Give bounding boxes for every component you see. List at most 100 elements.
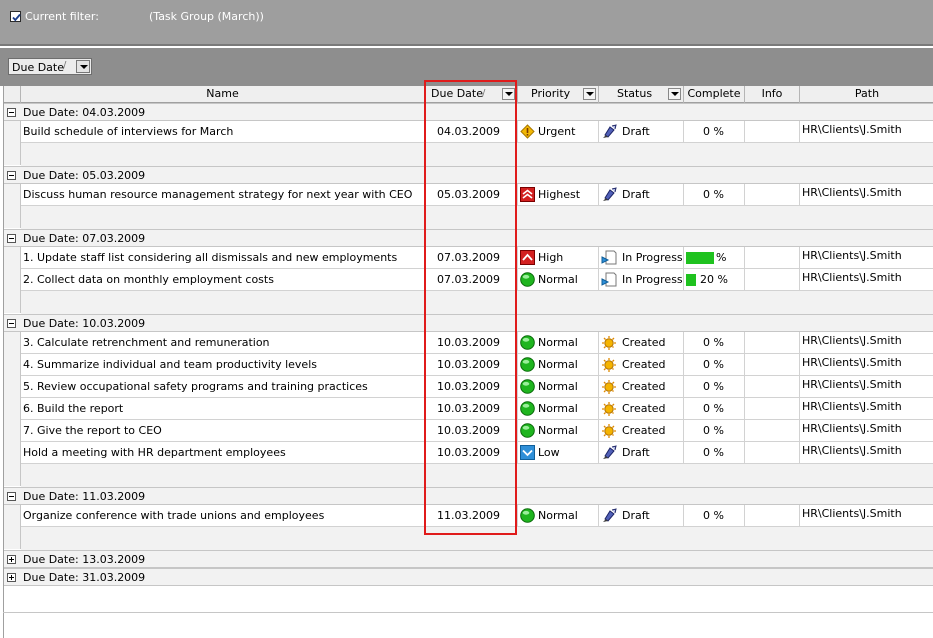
complete-cell[interactable]: % bbox=[684, 247, 745, 268]
task-name-cell[interactable]: 6. Build the report bbox=[21, 398, 425, 419]
group-row[interactable]: Due Date: 10.03.2009 bbox=[4, 314, 933, 332]
status-cell[interactable]: Created bbox=[599, 332, 684, 353]
task-name-cell[interactable]: 2. Collect data on monthly employment co… bbox=[21, 269, 425, 290]
table-row[interactable]: 4. Summarize individual and team product… bbox=[21, 354, 933, 376]
status-cell[interactable]: Draft bbox=[599, 184, 684, 205]
chevron-down-icon[interactable] bbox=[502, 88, 515, 100]
expand-icon[interactable] bbox=[7, 555, 16, 564]
task-name-cell[interactable]: Discuss human resource management strate… bbox=[21, 184, 425, 205]
group-row[interactable]: Due Date: 31.03.2009 bbox=[4, 568, 933, 586]
path-cell[interactable]: HR\Clients\J.Smith bbox=[800, 121, 933, 142]
path-cell[interactable]: HR\Clients\J.Smith bbox=[800, 269, 933, 290]
chevron-down-icon[interactable] bbox=[583, 88, 596, 100]
status-cell[interactable]: Created bbox=[599, 376, 684, 397]
complete-cell[interactable]: 0 % bbox=[684, 121, 745, 142]
complete-cell[interactable]: 0 % bbox=[684, 376, 745, 397]
priority-cell[interactable]: High bbox=[518, 247, 599, 268]
complete-cell[interactable]: 0 % bbox=[684, 442, 745, 463]
status-cell[interactable]: Created bbox=[599, 398, 684, 419]
priority-cell[interactable]: Urgent bbox=[518, 121, 599, 142]
priority-cell[interactable]: Normal bbox=[518, 505, 599, 526]
collapse-icon[interactable] bbox=[7, 171, 16, 180]
path-cell[interactable]: HR\Clients\J.Smith bbox=[800, 442, 933, 463]
collapse-icon[interactable] bbox=[7, 319, 16, 328]
column-header-path[interactable]: Path bbox=[800, 86, 933, 103]
collapse-icon[interactable] bbox=[7, 108, 16, 117]
chevron-down-icon[interactable] bbox=[76, 60, 90, 73]
status-cell[interactable]: In Progress bbox=[599, 269, 684, 290]
table-row[interactable]: 2. Collect data on monthly employment co… bbox=[21, 269, 933, 291]
info-cell[interactable] bbox=[745, 442, 800, 463]
due-date-cell[interactable]: 10.03.2009 bbox=[425, 332, 518, 353]
priority-cell[interactable]: Normal bbox=[518, 398, 599, 419]
chevron-down-icon[interactable] bbox=[668, 88, 681, 100]
info-cell[interactable] bbox=[745, 505, 800, 526]
group-row[interactable]: Due Date: 13.03.2009 bbox=[4, 550, 933, 568]
complete-cell[interactable]: 0 % bbox=[684, 505, 745, 526]
table-row[interactable]: 3. Calculate retrenchment and remunerati… bbox=[21, 332, 933, 354]
task-name-cell[interactable]: 7. Give the report to CEO bbox=[21, 420, 425, 441]
table-row[interactable]: 5. Review occupational safety programs a… bbox=[21, 376, 933, 398]
due-date-cell[interactable]: 10.03.2009 bbox=[425, 376, 518, 397]
table-row[interactable]: Organize conference with trade unions an… bbox=[21, 505, 933, 527]
column-header-status[interactable]: Status bbox=[599, 86, 684, 103]
status-cell[interactable]: Draft bbox=[599, 442, 684, 463]
info-cell[interactable] bbox=[745, 398, 800, 419]
column-header-complete[interactable]: Complete bbox=[684, 86, 745, 103]
task-name-cell[interactable]: 1. Update staff list considering all dis… bbox=[21, 247, 425, 268]
table-row[interactable]: Discuss human resource management strate… bbox=[21, 184, 933, 206]
priority-cell[interactable]: Highest bbox=[518, 184, 599, 205]
priority-cell[interactable]: Normal bbox=[518, 376, 599, 397]
due-date-cell[interactable]: 11.03.2009 bbox=[425, 505, 518, 526]
due-date-cell[interactable]: 10.03.2009 bbox=[425, 354, 518, 375]
path-cell[interactable]: HR\Clients\J.Smith bbox=[800, 247, 933, 268]
info-cell[interactable] bbox=[745, 121, 800, 142]
complete-cell[interactable]: 20 % bbox=[684, 269, 745, 290]
table-row[interactable]: 7. Give the report to CEO 10.03.2009 Norma… bbox=[21, 420, 933, 442]
info-cell[interactable] bbox=[745, 332, 800, 353]
group-row[interactable]: Due Date: 04.03.2009 bbox=[4, 103, 933, 121]
status-cell[interactable]: Draft bbox=[599, 121, 684, 142]
column-header-info[interactable]: Info bbox=[745, 86, 800, 103]
info-cell[interactable] bbox=[745, 184, 800, 205]
due-date-cell[interactable]: 10.03.2009 bbox=[425, 398, 518, 419]
path-cell[interactable]: HR\Clients\J.Smith bbox=[800, 398, 933, 419]
filter-value[interactable]: (Task Group (March)) bbox=[149, 10, 264, 23]
priority-cell[interactable]: Low bbox=[518, 442, 599, 463]
info-cell[interactable] bbox=[745, 420, 800, 441]
priority-cell[interactable]: Normal bbox=[518, 269, 599, 290]
path-cell[interactable]: HR\Clients\J.Smith bbox=[800, 184, 933, 205]
table-row[interactable]: Build schedule of interviews for March 04… bbox=[21, 121, 933, 143]
due-date-cell[interactable]: 07.03.2009 bbox=[425, 269, 518, 290]
status-cell[interactable]: Created bbox=[599, 354, 684, 375]
path-cell[interactable]: HR\Clients\J.Smith bbox=[800, 332, 933, 353]
priority-cell[interactable]: Normal bbox=[518, 420, 599, 441]
status-cell[interactable]: Created bbox=[599, 420, 684, 441]
path-cell[interactable]: HR\Clients\J.Smith bbox=[800, 354, 933, 375]
complete-cell[interactable]: 0 % bbox=[684, 420, 745, 441]
due-date-cell[interactable]: 10.03.2009 bbox=[425, 420, 518, 441]
complete-cell[interactable]: 0 % bbox=[684, 332, 745, 353]
path-cell[interactable]: HR\Clients\J.Smith bbox=[800, 505, 933, 526]
expand-icon[interactable] bbox=[7, 573, 16, 582]
table-row[interactable]: 6. Build the report 10.03.2009 Normal Creat… bbox=[21, 398, 933, 420]
due-date-cell[interactable]: 10.03.2009 bbox=[425, 442, 518, 463]
info-cell[interactable] bbox=[745, 247, 800, 268]
task-name-cell[interactable]: Build schedule of interviews for March bbox=[21, 121, 425, 142]
group-row[interactable]: Due Date: 07.03.2009 bbox=[4, 229, 933, 247]
complete-cell[interactable]: 0 % bbox=[684, 184, 745, 205]
column-header-name[interactable]: Name bbox=[21, 86, 425, 103]
group-row[interactable]: Due Date: 11.03.2009 bbox=[4, 487, 933, 505]
task-name-cell[interactable]: Organize conference with trade unions an… bbox=[21, 505, 425, 526]
table-row[interactable]: 1. Update staff list considering all dis… bbox=[21, 247, 933, 269]
path-cell[interactable]: HR\Clients\J.Smith bbox=[800, 420, 933, 441]
info-cell[interactable] bbox=[745, 376, 800, 397]
collapse-icon[interactable] bbox=[7, 492, 16, 501]
due-date-cell[interactable]: 05.03.2009 bbox=[425, 184, 518, 205]
filter-checkbox[interactable] bbox=[10, 11, 21, 22]
info-cell[interactable] bbox=[745, 354, 800, 375]
status-cell[interactable]: Draft bbox=[599, 505, 684, 526]
column-header-priority[interactable]: Priority bbox=[518, 86, 599, 103]
due-date-cell[interactable]: 04.03.2009 bbox=[425, 121, 518, 142]
status-cell[interactable]: In Progress bbox=[599, 247, 684, 268]
